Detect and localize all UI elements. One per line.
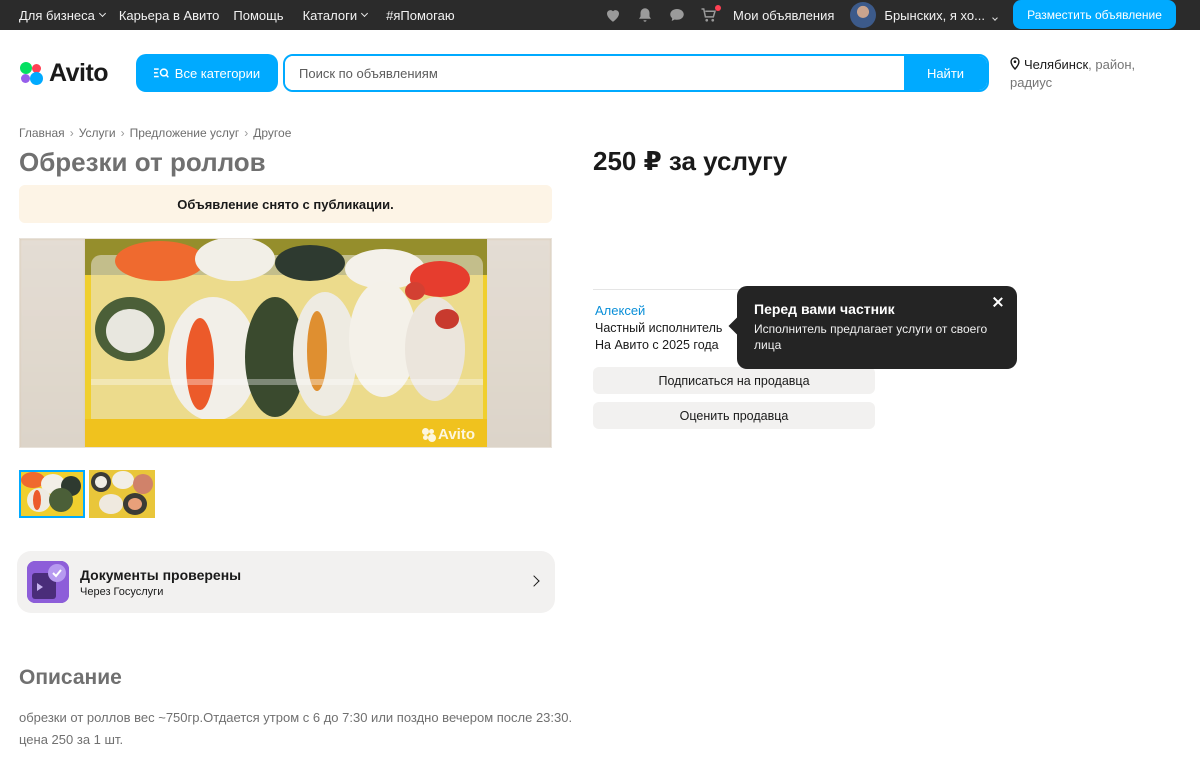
- breadcrumb: Главная › Услуги › Предложение услуг › Друг…: [19, 126, 291, 140]
- top-bar: Для бизнеса Карьера в Авито Помощь Катал…: [0, 0, 1200, 30]
- chat-icon[interactable]: [667, 5, 687, 25]
- avatar[interactable]: [850, 2, 877, 28]
- documents-verified-title: Документы проверены: [80, 566, 242, 583]
- breadcrumb-other[interactable]: Другое: [253, 126, 291, 140]
- search-list-icon: [153, 68, 169, 78]
- breadcrumb-home[interactable]: Главная: [19, 126, 65, 140]
- seller-info: Частный исполнитель На Авито с 2025 года: [595, 320, 722, 354]
- location-pin-icon: [1010, 57, 1020, 70]
- avito-watermark-icon: [422, 427, 437, 442]
- logo-text: Avito: [49, 59, 109, 87]
- search-bar: Найти: [283, 54, 989, 92]
- chevron-down-icon: [361, 9, 369, 18]
- topnav-i-help[interactable]: #яПомогаю: [386, 8, 454, 23]
- private-seller-tooltip: Перед вами частник Исполнитель предлагае…: [737, 286, 1017, 369]
- search-button[interactable]: Найти: [904, 56, 987, 90]
- location-selector[interactable]: Челябинск, район, радиус: [1010, 56, 1180, 92]
- unpublished-notice: Объявление снято с публикации.: [19, 185, 552, 223]
- all-categories-button[interactable]: Все категории: [136, 54, 278, 92]
- seller-type: Частный исполнитель: [595, 321, 723, 335]
- avito-logo-icon: [19, 61, 45, 87]
- avito-watermark: Avito: [422, 426, 475, 443]
- description-text: обрезки от роллов вес ~750гр.Отдается ут…: [19, 710, 573, 747]
- breadcrumb-services[interactable]: Услуги: [79, 126, 116, 140]
- price: 250 ₽ за услугу: [593, 146, 788, 176]
- breadcrumb-separator: ›: [69, 126, 74, 140]
- documents-verified-card[interactable]: Документы проверены Через Госуслуги: [17, 551, 555, 613]
- my-ads-link[interactable]: Мои объявления: [733, 8, 834, 23]
- rate-seller-button[interactable]: Оценить продавца: [593, 402, 875, 429]
- chevron-down-icon: [992, 14, 998, 21]
- subscribe-seller-button[interactable]: Подписаться на продавца: [593, 367, 875, 394]
- topnav-help[interactable]: Помощь: [233, 8, 283, 23]
- bell-icon[interactable]: [635, 5, 655, 25]
- tooltip-title: Перед вами частник: [754, 301, 895, 317]
- document-check-icon: [27, 561, 69, 603]
- heart-icon[interactable]: [603, 5, 623, 25]
- thumbnail-2[interactable]: [89, 470, 155, 518]
- top-right-actions: Мои объявления Брынских, я хо...: [603, 0, 998, 30]
- breadcrumb-separator: ›: [244, 126, 249, 140]
- main-photo[interactable]: Avito: [19, 238, 552, 448]
- search-input[interactable]: [285, 56, 904, 90]
- topnav-business[interactable]: Для бизнеса: [19, 8, 106, 23]
- breadcrumb-service-offers[interactable]: Предложение услуг: [130, 126, 240, 140]
- user-menu[interactable]: Брынских, я хо...: [884, 8, 998, 23]
- cart-badge: [715, 5, 721, 11]
- thumbnail-1[interactable]: [19, 470, 85, 518]
- top-nav: Для бизнеса Карьера в Авито Помощь Катал…: [19, 8, 455, 23]
- page-title: Обрезки от роллов: [19, 147, 266, 177]
- post-ad-button[interactable]: Разместить объявление: [1013, 0, 1176, 29]
- topnav-career[interactable]: Карьера в Авито: [119, 8, 220, 23]
- seller-since: На Авито с 2025 года: [595, 338, 719, 352]
- chevron-down-icon: [98, 9, 106, 18]
- divider: [593, 289, 743, 290]
- description-heading: Описание: [19, 666, 122, 689]
- tooltip-body: Исполнитель предлагает услуги от своего …: [754, 322, 988, 352]
- seller-name-link[interactable]: Алексей: [595, 303, 645, 318]
- chevron-right-icon: [528, 575, 540, 587]
- location-city: Челябинск: [1024, 57, 1089, 72]
- avito-logo[interactable]: Avito: [19, 59, 109, 88]
- sushi-photo: Avito: [85, 239, 487, 447]
- close-icon[interactable]: [991, 295, 1005, 309]
- topnav-catalogs[interactable]: Каталоги: [303, 8, 369, 23]
- breadcrumb-separator: ›: [120, 126, 125, 140]
- documents-verified-subtitle: Через Госуслуги: [80, 585, 164, 598]
- photo-thumbnails: [19, 470, 155, 518]
- cart-icon[interactable]: [699, 5, 721, 25]
